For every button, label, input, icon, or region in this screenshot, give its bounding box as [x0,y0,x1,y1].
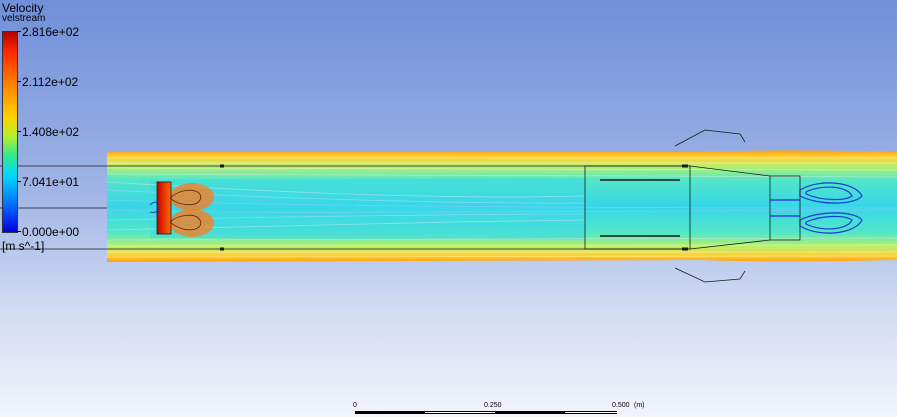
scale-segment [495,411,565,414]
scale-segment [565,411,617,414]
legend-tick-mark [17,81,21,82]
scale-label-end: 0.500 [612,402,630,409]
legend-tick-label: 1.408e+02 [22,125,80,139]
legend-tick-mark [17,181,21,182]
core-flow-region [150,178,585,240]
legend-tick-label: 2.112e+02 [22,75,79,89]
scale-label-start: 0 [353,402,357,409]
legend-variable: velstream [2,13,46,24]
legend-tick-label: 7.041e+01 [22,175,80,189]
scale-bar: 0 0.250 0.500 (m) [350,402,650,417]
scale-unit: (m) [634,402,645,409]
legend-tick-label: 2.816e+02 [22,25,80,39]
velocity-legend: Velocity velstream 2.816e+02 2.112e+02 1… [0,0,110,260]
legend-tick-mark [17,31,21,32]
legend-units: [m s^-1] [2,239,45,253]
legend-tick-label: 0.000e+00 [22,225,80,239]
legend-tick-mark [17,131,21,132]
scale-segment [355,411,425,414]
cfd-viewport[interactable] [0,0,897,417]
scale-label-mid: 0.250 [484,402,502,409]
legend-colorbar [2,31,18,233]
scale-segment [425,411,495,414]
legend-tick-mark [17,231,21,232]
